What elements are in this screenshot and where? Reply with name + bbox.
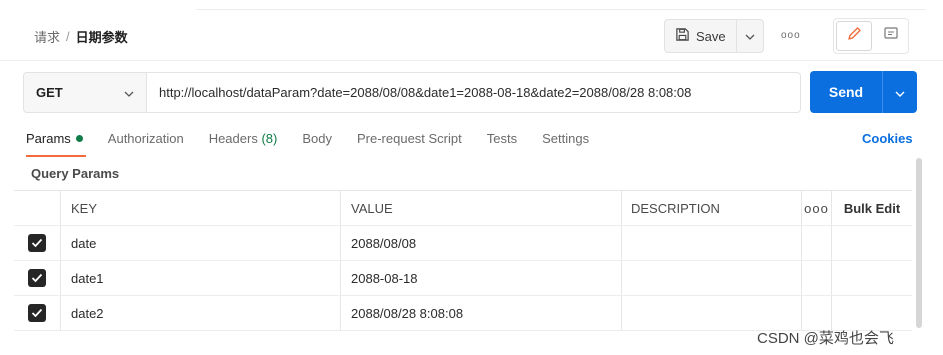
row-spacer bbox=[832, 226, 912, 260]
save-options-button[interactable] bbox=[735, 20, 763, 52]
send-button-group: Send bbox=[810, 71, 917, 113]
check-cell bbox=[14, 261, 61, 295]
breadcrumb-separator: / bbox=[66, 29, 70, 44]
tab-params-label: Params bbox=[26, 131, 71, 146]
header-key: KEY bbox=[61, 191, 341, 225]
row-checkbox[interactable] bbox=[28, 234, 46, 252]
breadcrumb: 请求 / 日期参数 bbox=[34, 27, 128, 46]
param-key[interactable]: date1 bbox=[61, 261, 341, 295]
chevron-down-icon bbox=[895, 84, 905, 100]
header-value: VALUE bbox=[341, 191, 622, 225]
method-select[interactable]: GET bbox=[23, 72, 147, 113]
save-label: Save bbox=[696, 28, 726, 44]
check-cell bbox=[14, 296, 61, 330]
view-mode-toggle bbox=[833, 18, 909, 54]
param-value[interactable]: 2088/08/28 8:08:08 bbox=[341, 296, 622, 330]
header-divider bbox=[0, 60, 943, 61]
save-button[interactable]: Save bbox=[665, 20, 736, 52]
tab-headers-label: Headers bbox=[208, 131, 258, 146]
bulk-edit-button[interactable]: Bulk Edit bbox=[832, 191, 912, 225]
param-description[interactable] bbox=[622, 296, 802, 330]
header-check-cell bbox=[14, 191, 61, 225]
breadcrumb-parent[interactable]: 请求 bbox=[34, 27, 60, 46]
top-divider bbox=[196, 9, 926, 10]
vertical-scrollbar[interactable] bbox=[916, 158, 922, 328]
query-params-title: Query Params bbox=[31, 166, 120, 181]
checkmark-icon bbox=[31, 238, 43, 248]
send-button[interactable]: Send bbox=[810, 84, 882, 100]
tab-settings[interactable]: Settings bbox=[542, 131, 589, 146]
param-key[interactable]: date2 bbox=[61, 296, 341, 330]
row-spacer bbox=[832, 296, 912, 330]
checkmark-icon bbox=[31, 308, 43, 318]
watermark: CSDN @菜鸡也会飞 bbox=[757, 330, 894, 347]
param-key[interactable]: date bbox=[61, 226, 341, 260]
comment-icon bbox=[883, 26, 899, 47]
tab-body[interactable]: Body bbox=[302, 131, 332, 146]
chevron-down-icon bbox=[745, 27, 755, 45]
params-indicator-dot bbox=[75, 135, 83, 143]
tab-pre-request-script[interactable]: Pre-request Script bbox=[357, 131, 462, 146]
row-spacer bbox=[802, 226, 832, 260]
save-button-group: Save bbox=[664, 19, 764, 53]
param-description[interactable] bbox=[622, 261, 802, 295]
url-input[interactable]: http://localhost/dataParam?date=2088/08/… bbox=[146, 72, 801, 113]
cookies-link[interactable]: Cookies bbox=[862, 131, 913, 146]
method-value: GET bbox=[36, 85, 63, 100]
checkmark-icon bbox=[31, 273, 43, 283]
row-spacer bbox=[802, 261, 832, 295]
check-cell bbox=[14, 226, 61, 260]
table-row: date 2088/08/08 bbox=[14, 226, 912, 261]
active-tab-underline bbox=[26, 155, 86, 157]
header-description: DESCRIPTION bbox=[622, 191, 802, 225]
chevron-down-icon bbox=[124, 84, 134, 102]
tab-tests[interactable]: Tests bbox=[487, 131, 517, 146]
column-options-button[interactable]: ooo bbox=[802, 191, 832, 225]
edit-mode-button[interactable] bbox=[836, 21, 872, 51]
more-actions-button[interactable]: ooo bbox=[781, 30, 801, 41]
params-table: KEY VALUE DESCRIPTION ooo Bulk Edit date… bbox=[14, 190, 912, 331]
send-options-button[interactable] bbox=[882, 71, 917, 113]
param-value[interactable]: 2088-08-18 bbox=[341, 261, 622, 295]
save-icon bbox=[675, 27, 690, 45]
table-row: date1 2088-08-18 bbox=[14, 261, 912, 296]
table-row: date2 2088/08/28 8:08:08 bbox=[14, 296, 912, 331]
headers-count: (8) bbox=[261, 131, 278, 146]
row-spacer bbox=[832, 261, 912, 295]
tab-authorization[interactable]: Authorization bbox=[108, 131, 184, 146]
param-value[interactable]: 2088/08/08 bbox=[341, 226, 622, 260]
table-header-row: KEY VALUE DESCRIPTION ooo Bulk Edit bbox=[14, 191, 912, 226]
request-name[interactable]: 日期参数 bbox=[76, 27, 128, 46]
comments-button[interactable] bbox=[874, 19, 908, 53]
tab-headers[interactable]: Headers (8) bbox=[209, 131, 278, 146]
row-spacer bbox=[802, 296, 832, 330]
request-tabs: Params Authorization Headers (8) Body Pr… bbox=[26, 131, 614, 146]
tab-params[interactable]: Params bbox=[26, 131, 83, 146]
pencil-icon bbox=[846, 26, 862, 47]
row-checkbox[interactable] bbox=[28, 269, 46, 287]
row-checkbox[interactable] bbox=[28, 304, 46, 322]
param-description[interactable] bbox=[622, 226, 802, 260]
